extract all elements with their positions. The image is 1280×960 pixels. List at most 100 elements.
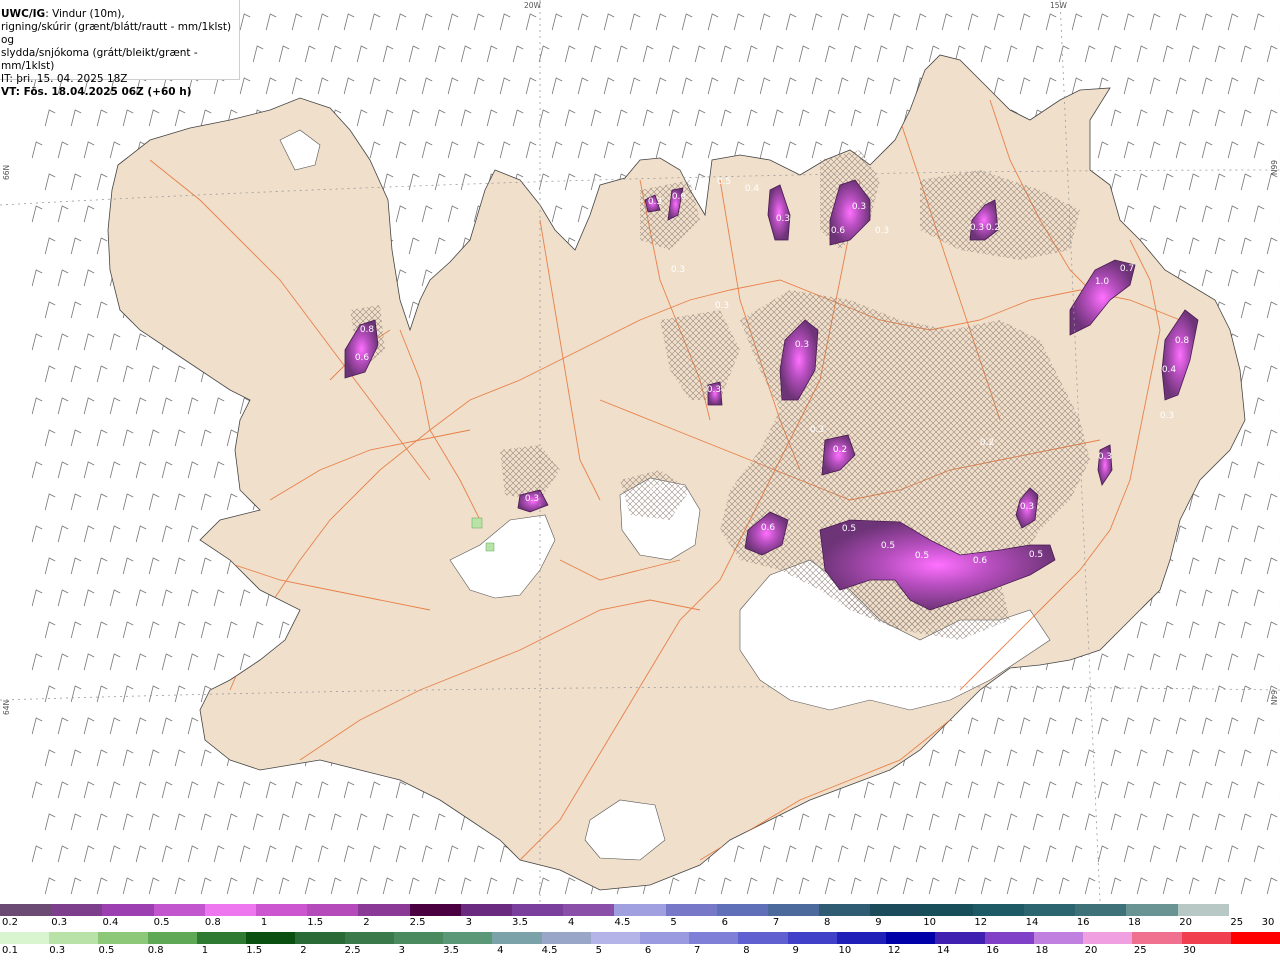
precip-value-label: 0.8 (360, 325, 375, 335)
scale-swatch (246, 932, 296, 944)
scale-swatch (1230, 932, 1280, 944)
valid-time: VT: Fös. 18.04.2025 06Z (+60 h) (1, 86, 192, 98)
scale-swatch (1181, 932, 1232, 944)
scale-tick-label: 4.5 (541, 945, 558, 956)
scale-tick-label: 14 (1025, 917, 1039, 928)
scale-swatch (1024, 904, 1076, 916)
scale-swatch (393, 932, 444, 944)
scale-tick-label: 7 (772, 917, 780, 928)
precip-value-label: 0.3 (715, 301, 729, 311)
scale-tick-label: 18 (1128, 917, 1141, 928)
scale-swatch (1228, 904, 1280, 916)
scale-swatch (614, 904, 667, 916)
scale-swatch (98, 932, 149, 944)
scale-swatch (1083, 932, 1133, 944)
precip-value-label: 0.3 (810, 425, 824, 435)
scale-tick-label: 12 (974, 917, 988, 928)
scale-tick-label: 14 (937, 945, 950, 956)
precip-value-label: 0.6 (973, 556, 988, 566)
header-line-2: rigning/skúrir (grænt/blátt/rautt - mm/1… (1, 21, 232, 46)
scale-tick-label: 0.3 (49, 945, 66, 956)
scale-tick-label: 5 (670, 917, 677, 928)
scale-swatch (665, 904, 718, 916)
scale-swatch (563, 904, 615, 916)
scale-tick-label: 9 (792, 945, 799, 956)
scale-tick-label: 9 (875, 917, 882, 928)
scale-swatch (443, 932, 493, 944)
scale-swatch (1033, 932, 1084, 944)
scale-tick-label: 6 (644, 945, 652, 956)
precip-value-label: 0.6 (831, 226, 846, 236)
precip-value-label: 1.0 (1095, 277, 1110, 287)
scale-swatch (344, 932, 395, 944)
scale-tick-label: 0.5 (98, 945, 115, 956)
precip-value-label: 0.6 (672, 192, 687, 202)
scale-swatch (716, 904, 769, 916)
precip-value-label: 0.5 (881, 541, 895, 551)
scale-tick-label: 1 (201, 945, 209, 956)
precip-value-label: 0.6 (355, 353, 370, 363)
scale-swatch (512, 904, 564, 916)
scale-tick-label: 0.5 (153, 917, 170, 928)
scale-tick-label: 2 (300, 945, 307, 956)
scale-swatch (307, 904, 359, 916)
scale-tick-label: 2.5 (409, 917, 426, 928)
scale-tick-label: 0.8 (147, 945, 164, 956)
precip-value-label: 0.3 (970, 223, 984, 233)
scale-tick-label: 3 (398, 945, 406, 956)
precip-value-label: 0.3 (707, 385, 721, 395)
scale-swatch (1126, 904, 1179, 916)
precip-value-label: 0.5 (1029, 550, 1043, 560)
scale-tick-label: 0.8 (204, 917, 221, 928)
grid-label-66n-right: 66N (1269, 160, 1278, 176)
scale-swatch (153, 904, 206, 916)
scale-swatch (738, 932, 789, 944)
weather-map[interactable]: 0.80.60.30.30.30.3 0.60.50.40.30.30.60.30… (0, 0, 1280, 902)
scale-swatch (640, 932, 690, 944)
scale-swatch (358, 904, 411, 916)
precip-value-label: 0.2 (833, 445, 847, 455)
scale-tick-label: 4.5 (614, 917, 631, 928)
scale-tick-label: 25 (1230, 917, 1244, 928)
scale-swatch (295, 932, 346, 944)
scale-swatch (51, 904, 103, 916)
scale-swatch (492, 932, 543, 944)
scale-swatch (1132, 932, 1183, 944)
scale-swatch (921, 904, 974, 916)
scale-swatch (819, 904, 871, 916)
scale-tick-label: 7 (694, 945, 701, 956)
scale-swatch (196, 932, 247, 944)
precip-value-label: 0.7 (1120, 264, 1134, 274)
scale-tick-label: 16 (986, 945, 999, 956)
precip-value-label: 0.3 (875, 226, 889, 236)
scale-swatch (590, 932, 641, 944)
scale-swatch (689, 932, 739, 944)
scale-tick-label: 3.5 (512, 917, 528, 928)
snow-color-scale (0, 904, 1280, 916)
precip-value-label: 0.5 (842, 524, 856, 534)
color-scales: 0.2 0.3 0.4 0.5 0.8 1 1.5 2 2.5 3 3.5 4 4.5 5 6 7 8 9 10 12… (0, 902, 1280, 960)
precip-value-label: 0.4 (1162, 365, 1177, 375)
scale-tick-label: 2.5 (344, 945, 361, 956)
scale-tick-label: 4 (497, 945, 504, 956)
scale-tick-label: 8 (743, 945, 750, 956)
scale-swatch (409, 904, 462, 916)
precip-value-label: 0.3 (648, 197, 662, 207)
precip-value-label: 0.2 (986, 223, 1000, 233)
precip-value-label: 0.3 (795, 340, 809, 350)
precip-value-label: 0.3 (852, 202, 866, 212)
scale-tick-label: 18 (1035, 945, 1049, 956)
grid-label-64n-left: 64N (2, 699, 11, 715)
precip-value-label: 0.3 (1098, 452, 1112, 462)
scale-swatch (768, 904, 820, 916)
scale-swatch (256, 904, 308, 916)
scale-tick-label: 0.1 (2, 945, 18, 956)
precip-value-label: 0.5 (717, 177, 731, 187)
scale-swatch (147, 932, 198, 944)
precip-value-label: 0.5 (915, 551, 929, 561)
scale-tick-label: 1.5 (246, 945, 263, 956)
scale-tick-label: 5 (595, 945, 602, 956)
rain-color-scale (0, 932, 1280, 944)
scale-tick-label: 6 (721, 917, 728, 928)
scale-tick-label: 30 (1183, 945, 1196, 956)
